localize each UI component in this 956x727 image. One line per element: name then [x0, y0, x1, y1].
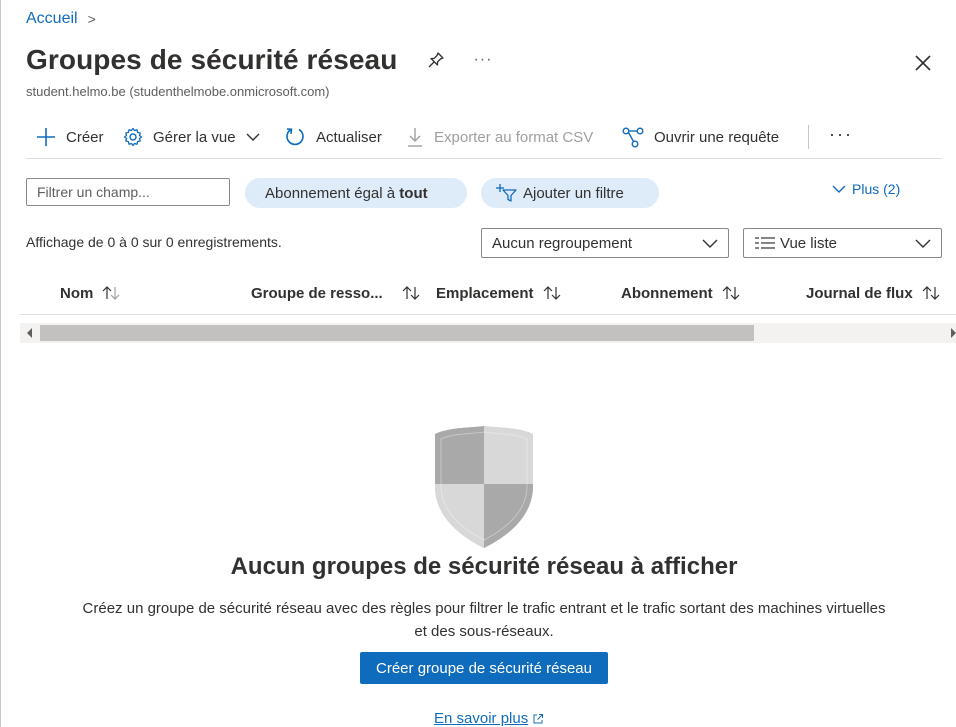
- sort-icon: [922, 286, 940, 300]
- create-button[interactable]: Créer: [36, 122, 104, 152]
- scrollbar-thumb[interactable]: [40, 325, 754, 341]
- column-header-label: Groupe de resso...: [251, 284, 383, 302]
- command-bar: Créer Gérer la vue Actualiser Exporter a…: [26, 122, 942, 159]
- query-nodes-icon: [622, 127, 644, 148]
- window-left-border: [0, 0, 1, 727]
- refresh-button[interactable]: Actualiser: [284, 122, 382, 152]
- column-header-flow-log[interactable]: Journal de flux: [806, 283, 941, 303]
- plus-icon: [37, 128, 55, 146]
- add-filter-label: Ajouter un filtre: [523, 184, 624, 202]
- open-query-label: Ouvrir une requête: [654, 128, 780, 146]
- create-nsg-button[interactable]: Créer groupe de sécurité réseau: [360, 652, 608, 684]
- scroll-right-arrow-icon[interactable]: [951, 328, 956, 338]
- toolbar-more-icon[interactable]: ···: [829, 124, 853, 145]
- column-header-label: Abonnement: [621, 284, 713, 302]
- manage-view-label: Gérer la vue: [153, 128, 236, 146]
- chevron-down-icon: [702, 239, 718, 248]
- sort-icon: [402, 286, 420, 300]
- view-value: Vue liste: [780, 234, 837, 252]
- column-header-resource-group[interactable]: Groupe de resso...: [251, 283, 421, 303]
- add-filter-icon: [496, 184, 517, 202]
- grid-header-divider: [20, 314, 956, 315]
- column-header-label: Journal de flux: [806, 284, 913, 302]
- more-filters-link[interactable]: Plus (2): [832, 181, 900, 197]
- sort-icon: [102, 286, 120, 300]
- download-icon: [408, 128, 422, 147]
- export-csv-label: Exporter au format CSV: [434, 128, 594, 146]
- column-header-label: Nom: [60, 284, 94, 302]
- more-filters-label: Plus (2): [852, 181, 901, 197]
- title-more-icon[interactable]: ···: [473, 51, 492, 69]
- view-dropdown[interactable]: Vue liste: [743, 228, 942, 258]
- sort-icon: [722, 286, 740, 300]
- column-header-subscription[interactable]: Abonnement: [621, 283, 741, 303]
- sort-icon: [543, 286, 560, 300]
- export-csv-button[interactable]: Exporter au format CSV: [406, 122, 593, 152]
- open-query-button[interactable]: Ouvrir une requête: [622, 122, 779, 152]
- column-header-name[interactable]: Nom: [60, 283, 121, 303]
- create-label: Créer: [66, 128, 104, 146]
- breadcrumb-separator: >: [87, 11, 96, 27]
- record-count: Affichage de 0 à 0 sur 0 enregistrements…: [26, 234, 282, 250]
- page-title: Groupes de sécurité réseau: [26, 44, 398, 75]
- list-view-icon: [755, 237, 775, 249]
- shield-icon: [435, 426, 533, 548]
- subscription-filter-label: Abonnement égal à: [265, 184, 400, 202]
- empty-state-description: Créez un groupe de sécurité réseau avec …: [82, 600, 886, 640]
- gear-icon: [123, 127, 143, 147]
- grouping-value: Aucun regroupement: [492, 234, 633, 252]
- column-header-label: Emplacement: [436, 284, 534, 302]
- chevron-down-icon: [832, 185, 846, 193]
- pin-icon[interactable]: [427, 51, 445, 69]
- filter-field-input[interactable]: [26, 178, 230, 206]
- learn-more-link[interactable]: En savoir plus: [434, 710, 544, 727]
- breadcrumb: Accueil >: [26, 10, 96, 28]
- manage-view-button[interactable]: Gérer la vue: [123, 122, 260, 152]
- chevron-down-icon: [915, 239, 931, 248]
- external-link-icon: [533, 713, 544, 723]
- close-icon[interactable]: [912, 52, 934, 74]
- scroll-left-arrow-icon[interactable]: [27, 328, 32, 338]
- toolbar-divider: [808, 125, 809, 149]
- chevron-down-icon: [246, 133, 260, 141]
- title-row: Groupes de sécurité réseau ···: [26, 44, 492, 76]
- learn-more-label: En savoir plus: [434, 710, 529, 727]
- refresh-icon: [286, 128, 304, 146]
- refresh-label: Actualiser: [316, 128, 382, 146]
- breadcrumb-home-link[interactable]: Accueil: [26, 10, 78, 28]
- subscription-filter-value: tout: [399, 184, 428, 202]
- column-header-location[interactable]: Emplacement: [436, 283, 562, 303]
- tenant-subtitle: student.helmo.be (studenthelmobe.onmicro…: [26, 84, 330, 99]
- add-filter-button[interactable]: Ajouter un filtre: [481, 178, 659, 208]
- grouping-dropdown[interactable]: Aucun regroupement: [481, 228, 729, 258]
- subscription-filter-pill[interactable]: Abonnement égal à tout: [245, 178, 467, 208]
- empty-state-title: Aucun groupes de sécurité réseau à affic…: [230, 553, 738, 580]
